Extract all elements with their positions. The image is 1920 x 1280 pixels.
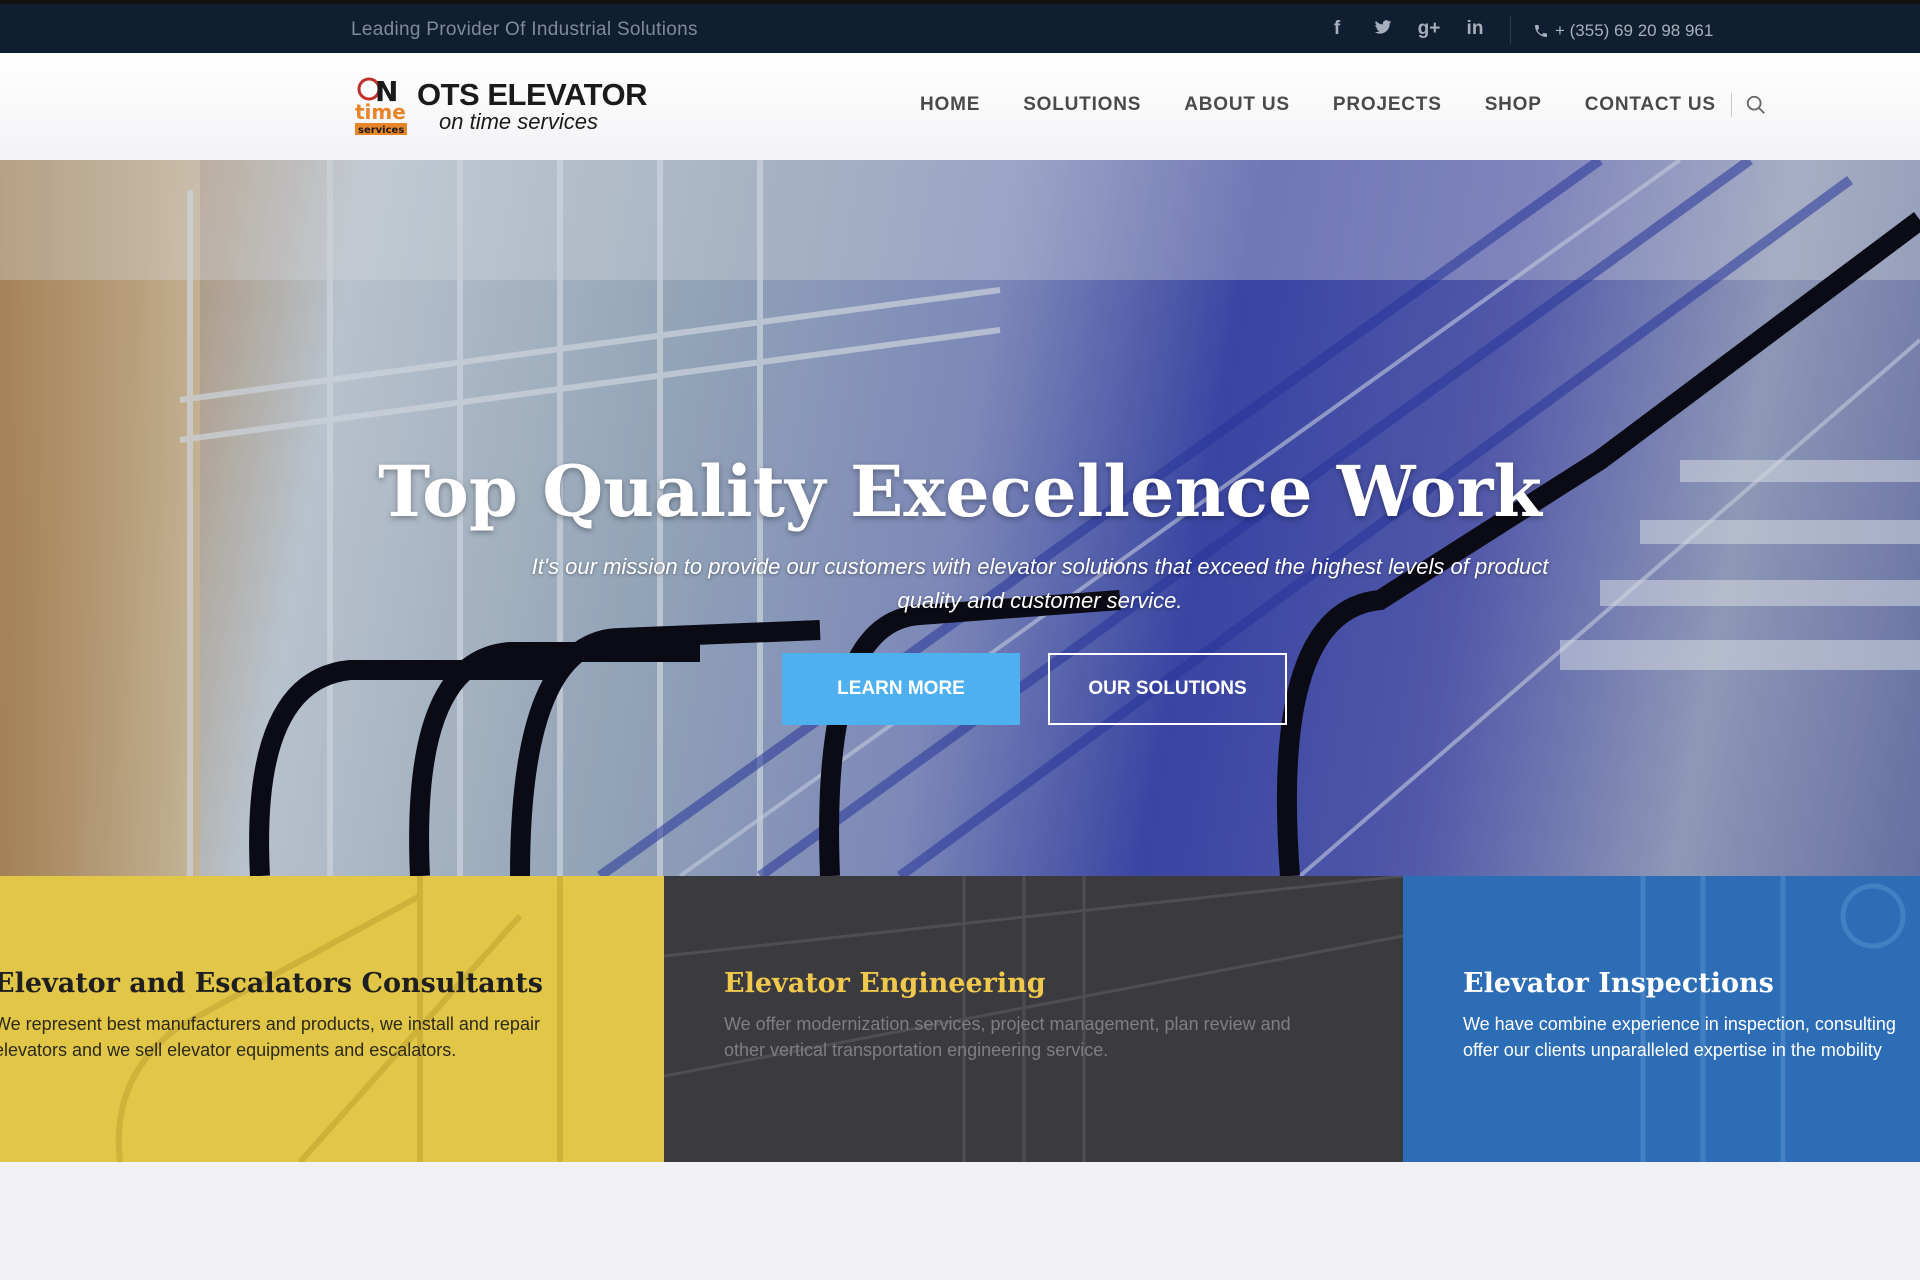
nav-home[interactable]: HOME: [920, 94, 980, 116]
feature-panels: Elevator and Escalators Consultants We r…: [0, 876, 1920, 1162]
hero-title: Top Quality Execellence Work: [378, 450, 1542, 533]
feature-panel-engineering[interactable]: Elevator Engineering We offer modernizat…: [664, 876, 1403, 1162]
feature-text-line: other vertical transportation engineerin…: [724, 1040, 1109, 1060]
feature-text-line: We represent best manufacturers and prod…: [0, 1014, 540, 1034]
feature-text: We represent best manufacturers and prod…: [0, 1011, 540, 1063]
feature-text-line: elevators and we sell elevator equipment…: [0, 1040, 457, 1060]
nav-divider: [1730, 93, 1732, 117]
nav-projects[interactable]: PROJECTS: [1333, 94, 1442, 116]
feature-text-line: We offer modernization services, project…: [724, 1014, 1291, 1034]
linkedin-icon[interactable]: in: [1463, 17, 1487, 41]
logo-mark: N time services: [355, 75, 407, 136]
top-bar: Leading Provider Of Industrial Solutions…: [0, 0, 1920, 53]
site-logo[interactable]: N time services OTS ELEVATOR on time ser…: [355, 71, 655, 141]
feature-panel-consultants[interactable]: Elevator and Escalators Consultants We r…: [0, 876, 664, 1162]
svg-text:services: services: [358, 125, 404, 136]
nav-shop[interactable]: SHOP: [1485, 94, 1542, 116]
feature-text-line: We have combine experience in inspection…: [1463, 1014, 1896, 1034]
main-nav: HOME SOLUTIONS ABOUT US PROJECTS SHOP CO…: [920, 93, 1767, 117]
nav-about-us[interactable]: ABOUT US: [1184, 94, 1290, 116]
feature-panel-inspections[interactable]: Elevator Inspections We have combine exp…: [1403, 876, 1920, 1162]
logo-brand: OTS ELEVATOR: [417, 77, 647, 112]
learn-more-button[interactable]: LEARN MORE: [782, 653, 1020, 725]
tagline: Leading Provider Of Industrial Solutions: [351, 19, 698, 40]
feature-title: Elevator Engineering: [724, 968, 1046, 999]
main-header: N time services OTS ELEVATOR on time ser…: [0, 53, 1920, 160]
our-solutions-button[interactable]: OUR SOLUTIONS: [1048, 653, 1287, 725]
nav-contact-us[interactable]: CONTACT US: [1585, 94, 1716, 116]
twitter-icon[interactable]: [1371, 17, 1395, 41]
phone-contact[interactable]: + (355) 69 20 98 961: [1533, 21, 1713, 41]
nav-solutions[interactable]: SOLUTIONS: [1023, 94, 1141, 116]
svg-text:time: time: [355, 100, 406, 124]
social-links: f g+ in: [1325, 17, 1487, 41]
topbar-divider: [1510, 16, 1511, 44]
feature-text: We offer modernization services, project…: [724, 1011, 1291, 1063]
feature-text-line: offer our clients unparalleled expertise…: [1463, 1040, 1882, 1060]
hero-slider: Top Quality Execellence Work It's our mi…: [0, 160, 1920, 876]
phone-number: + (355) 69 20 98 961: [1555, 21, 1714, 40]
feature-title: Elevator Inspections: [1463, 968, 1774, 999]
phone-icon: [1535, 25, 1547, 37]
search-icon[interactable]: [1745, 94, 1767, 116]
logo-subtitle: on time services: [439, 109, 598, 134]
feature-title: Elevator and Escalators Consultants: [0, 968, 543, 999]
hero-subtitle: It's our mission to provide our customer…: [531, 554, 1549, 613]
feature-text: We have combine experience in inspection…: [1463, 1011, 1896, 1063]
google-plus-icon[interactable]: g+: [1417, 17, 1441, 41]
facebook-icon[interactable]: f: [1325, 17, 1349, 41]
